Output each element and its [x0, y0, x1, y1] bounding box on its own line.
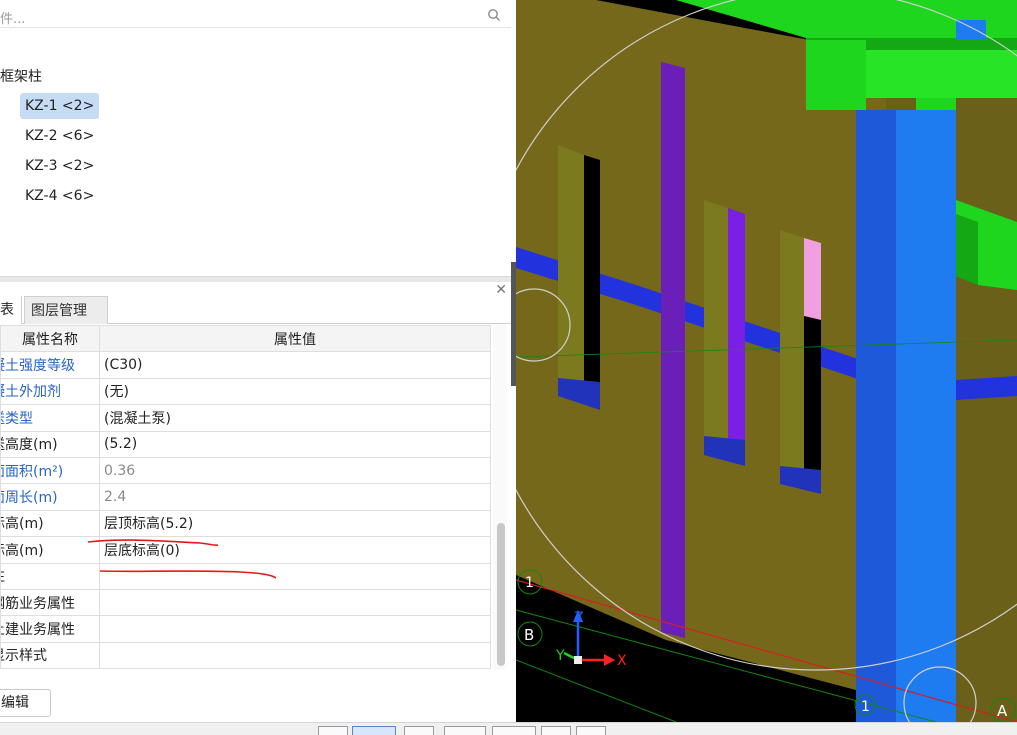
grid-label-1-bottom: 1	[861, 699, 870, 715]
table-row[interactable]: 土建业务属性	[0, 615, 491, 643]
tree-item-kz-2[interactable]: KZ-2 <6>	[20, 123, 99, 149]
property-name: 显示样式	[2, 648, 48, 665]
tree-item-kz-1[interactable]: KZ-1 <2>	[20, 93, 100, 119]
property-name: 钢筋业务属性	[2, 595, 76, 612]
property-name: 面周长(m)	[2, 490, 58, 507]
property-value-cell[interactable]: (5.2)	[99, 430, 491, 458]
property-name: 面面积(m²)	[2, 463, 64, 480]
property-name-cell: 凝土外加剂	[0, 377, 100, 406]
table-row[interactable]: 面面积(m²) 0.36	[0, 456, 491, 485]
table-header-row: 属性名称 属性值	[0, 324, 491, 353]
red-annotation-strokes	[87, 539, 277, 579]
property-name: 土建业务属性	[2, 621, 76, 638]
grid-label-a: A	[997, 702, 1008, 720]
property-value-cell[interactable]	[99, 588, 491, 617]
3d-viewport[interactable]: 1 B 1 A Z X Y	[516, 0, 1017, 722]
tree-item-kz-4[interactable]: KZ-4 <6>	[20, 183, 99, 209]
property-value-cell[interactable]: (混凝土泵)	[99, 404, 491, 432]
3d-model-scene: 1 B 1 A Z X Y	[516, 0, 1017, 722]
property-name-cell: 凝土强度等级	[0, 351, 100, 379]
table-row[interactable]: 面周长(m) 2.4	[0, 483, 491, 511]
toolbar-button-4[interactable]	[444, 726, 486, 735]
property-value-cell[interactable]: (无)	[99, 377, 491, 406]
toolbar-button-7[interactable]	[576, 726, 606, 735]
property-name-cell: 送类型	[0, 404, 100, 432]
column-header-name: 属性名称	[0, 324, 100, 353]
property-name: 送类型	[2, 410, 34, 427]
property-value-cell[interactable]	[99, 641, 491, 670]
scrollbar-thumb[interactable]	[497, 523, 505, 666]
property-value-cell[interactable]: 2.4	[99, 483, 491, 511]
property-value-cell[interactable]: 0.36	[99, 456, 491, 485]
column-header-value: 属性值	[99, 324, 491, 353]
left-panel: 件... 框架柱 KZ-1 <2> KZ-2 <6> KZ-3 <2> KZ-4…	[0, 0, 516, 735]
table-row[interactable]: 凝土强度等级 (C30)	[0, 351, 491, 379]
property-name-cell: 土建业务属性	[0, 615, 100, 643]
property-table: 属性名称 属性值 凝土强度等级(C30)凝土外加剂(无)送类型(混凝土泵)送高度…	[0, 324, 491, 670]
search-icon[interactable]	[487, 8, 501, 22]
table-row[interactable]: 送类型 (混凝土泵)	[0, 404, 491, 432]
status-bar	[0, 722, 1017, 735]
table-row[interactable]: 钢筋业务属性	[0, 588, 491, 617]
grid-label-1-left: 1	[525, 575, 534, 591]
axis-y-label: Y	[555, 648, 565, 664]
panel-divider[interactable]	[0, 276, 511, 282]
property-name-cell: 面面积(m²)	[0, 456, 100, 485]
search-input[interactable]: 件...	[0, 8, 25, 27]
grid-label-b: B	[524, 626, 534, 644]
property-name-cell: 显示样式	[0, 641, 100, 670]
table-row[interactable]: 显示样式	[0, 641, 491, 670]
table-row[interactable]: 凝土外加剂 (无)	[0, 377, 491, 406]
axis-z-label: Z	[574, 610, 584, 626]
table-row[interactable]: 送高度(m) (5.2)	[0, 430, 491, 458]
property-name: 送高度(m)	[2, 437, 58, 454]
search-bar[interactable]: 件...	[0, 4, 511, 28]
axis-x-label: X	[617, 653, 627, 669]
property-name: 凝土强度等级	[2, 358, 76, 375]
property-value-cell[interactable]	[99, 615, 491, 643]
tab-attributes[interactable]: 表	[0, 296, 22, 324]
property-tabbar: 表 图层管理	[0, 296, 511, 324]
edit-button[interactable]: 编辑	[0, 689, 51, 717]
toolbar-cross-button[interactable]	[404, 726, 434, 735]
toolbar-button-6[interactable]	[541, 726, 571, 735]
tree-group-label[interactable]: 框架柱	[0, 66, 42, 86]
property-name-cell: 送高度(m)	[0, 430, 100, 458]
toolbar-select-button[interactable]	[318, 726, 348, 735]
property-name-cell: 钢筋业务属性	[0, 588, 100, 617]
property-value-cell[interactable]: (C30)	[99, 351, 491, 379]
property-name: 凝土外加剂	[2, 384, 62, 401]
toolbar-button-5[interactable]	[492, 726, 536, 735]
property-name-cell: 面周长(m)	[0, 483, 100, 511]
toolbar-box-select-button[interactable]	[352, 726, 396, 735]
tab-layer-management[interactable]: 图层管理	[24, 296, 108, 324]
tree-item-kz-3[interactable]: KZ-3 <2>	[20, 153, 99, 179]
